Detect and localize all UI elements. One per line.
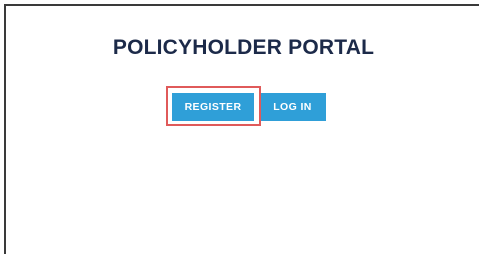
login-button[interactable]: LOG IN [259, 93, 326, 121]
portal-panel: POLICYHOLDER PORTAL REGISTER LOG IN [4, 4, 479, 254]
register-button[interactable]: REGISTER [172, 93, 254, 121]
page-title: POLICYHOLDER PORTAL [112, 36, 375, 59]
